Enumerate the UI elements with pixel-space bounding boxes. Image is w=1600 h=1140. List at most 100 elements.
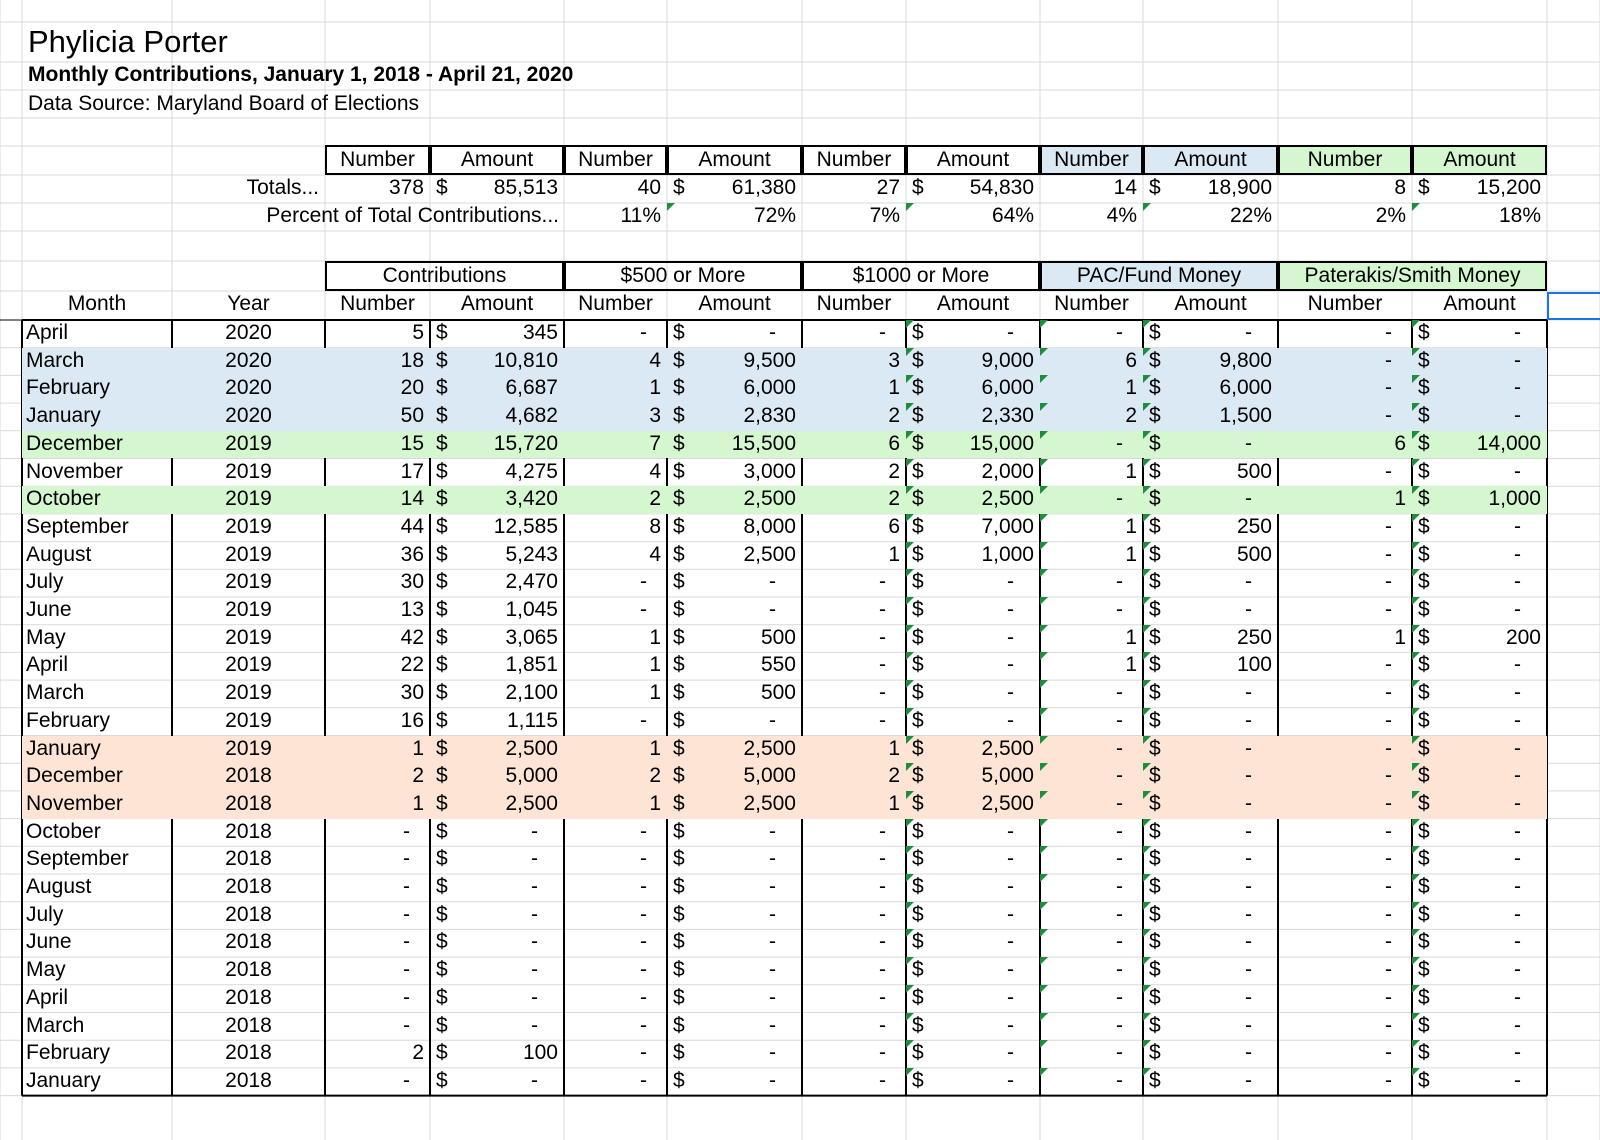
number-cell[interactable]: - xyxy=(564,708,667,736)
amount-cell[interactable]: $ - xyxy=(906,846,1040,874)
amount-cell[interactable]: $9,800 xyxy=(1143,347,1278,376)
number-cell[interactable]: 30 xyxy=(325,569,430,597)
amount-cell[interactable]: $ - xyxy=(1412,707,1547,736)
number-cell[interactable]: - xyxy=(564,597,667,625)
number-cell[interactable]: 1 xyxy=(564,790,667,819)
year-cell[interactable]: 2019 xyxy=(172,430,325,459)
number-cell[interactable]: - xyxy=(1278,763,1412,791)
number-cell[interactable]: - xyxy=(1278,1040,1412,1068)
number-cell[interactable]: - xyxy=(1278,375,1412,404)
amount-cell[interactable]: $ - xyxy=(906,680,1040,708)
amount-cell[interactable]: $ - xyxy=(1143,763,1278,791)
amount-cell[interactable]: $ - xyxy=(1143,929,1278,957)
percent-number[interactable]: 4% xyxy=(1040,203,1143,231)
amount-cell[interactable]: $ - xyxy=(1412,984,1547,1013)
amount-cell[interactable]: $ - xyxy=(1412,347,1547,376)
amount-cell[interactable]: $ - xyxy=(667,957,802,985)
amount-cell[interactable]: $ - xyxy=(1143,818,1278,847)
number-cell[interactable]: - xyxy=(1278,1013,1412,1041)
amount-cell[interactable]: $200 xyxy=(1412,624,1547,653)
number-cell[interactable]: 1 xyxy=(802,542,906,570)
amount-cell[interactable]: $ - xyxy=(1412,513,1547,542)
number-cell[interactable]: - xyxy=(1040,486,1143,514)
number-cell[interactable]: - xyxy=(1278,985,1412,1013)
percent-amount[interactable]: 18% xyxy=(1412,203,1547,231)
amount-cell[interactable]: $ - xyxy=(1143,846,1278,874)
year-cell[interactable]: 2020 xyxy=(172,347,325,376)
amount-cell[interactable]: $ - xyxy=(1412,403,1547,431)
month-cell[interactable]: October xyxy=(22,819,172,847)
total-number[interactable]: 27 xyxy=(802,175,906,203)
amount-cell[interactable]: $2,470 xyxy=(430,569,564,597)
number-cell[interactable]: 6 xyxy=(1040,347,1143,376)
number-cell[interactable]: 50 xyxy=(325,403,430,431)
number-cell[interactable]: - xyxy=(1040,1012,1143,1041)
group-header[interactable]: Contributions xyxy=(325,261,564,291)
number-cell[interactable]: 22 xyxy=(325,652,430,680)
amount-cell[interactable]: $2,830 xyxy=(667,403,802,431)
number-cell[interactable]: - xyxy=(325,846,430,874)
number-cell[interactable]: - xyxy=(564,957,667,985)
number-cell[interactable]: - xyxy=(802,902,906,930)
number-cell[interactable]: 3 xyxy=(564,403,667,431)
number-cell[interactable]: 1 xyxy=(802,735,906,764)
amount-cell[interactable]: $12,585 xyxy=(430,514,564,542)
year-cell[interactable]: 2020 xyxy=(172,375,325,404)
amount-cell[interactable]: $ - xyxy=(1143,320,1278,348)
number-cell[interactable]: 2 xyxy=(802,486,906,514)
number-cell[interactable]: 4 xyxy=(564,542,667,570)
amount-cell[interactable]: $ - xyxy=(906,929,1040,957)
amount-cell[interactable]: $ - xyxy=(1412,735,1547,764)
amount-cell[interactable]: $ - xyxy=(1143,430,1278,459)
number-cell[interactable]: - xyxy=(1278,874,1412,902)
number-cell[interactable]: - xyxy=(1278,957,1412,985)
year-cell[interactable]: 2019 xyxy=(172,486,325,514)
number-cell[interactable]: 1 xyxy=(564,375,667,404)
amount-cell[interactable]: $15,720 xyxy=(430,430,564,459)
number-cell[interactable]: - xyxy=(325,985,430,1013)
col-header-number[interactable]: Number xyxy=(325,291,430,320)
month-cell[interactable]: March xyxy=(22,1013,172,1041)
group-header[interactable]: $1000 or More xyxy=(802,261,1040,291)
number-cell[interactable]: 6 xyxy=(802,514,906,542)
total-amount[interactable]: $15,200 xyxy=(1412,175,1547,203)
amount-cell[interactable]: $100 xyxy=(1143,652,1278,680)
amount-cell[interactable]: $500 xyxy=(667,680,802,708)
amount-cell[interactable]: $1,000 xyxy=(906,541,1040,570)
amount-cell[interactable]: $ - xyxy=(906,957,1040,985)
amount-cell[interactable]: $2,100 xyxy=(430,680,564,708)
total-number[interactable]: 14 xyxy=(1040,175,1143,203)
amount-cell[interactable]: $ - xyxy=(1143,874,1278,902)
number-cell[interactable]: - xyxy=(564,819,667,847)
number-cell[interactable]: 17 xyxy=(325,459,430,487)
year-cell[interactable]: 2018 xyxy=(172,874,325,902)
number-cell[interactable]: 1 xyxy=(564,735,667,764)
year-cell[interactable]: 2018 xyxy=(172,1068,325,1096)
total-amount[interactable]: $18,900 xyxy=(1143,175,1278,203)
year-cell[interactable]: 2019 xyxy=(172,514,325,542)
col-header-number[interactable]: Number xyxy=(1040,291,1143,320)
amount-cell[interactable]: $3,065 xyxy=(430,625,564,653)
number-cell[interactable]: 2 xyxy=(802,459,906,487)
number-cell[interactable]: 1 xyxy=(802,375,906,404)
number-cell[interactable]: 6 xyxy=(1278,430,1412,459)
number-cell[interactable]: 1 xyxy=(564,680,667,708)
month-cell[interactable]: May xyxy=(22,625,172,653)
col-header-year[interactable]: Year xyxy=(172,291,325,320)
amount-cell[interactable]: $ - xyxy=(906,624,1040,653)
amount-cell[interactable]: $2,500 xyxy=(667,486,802,514)
amount-cell[interactable]: $4,275 xyxy=(430,459,564,487)
number-cell[interactable]: 36 xyxy=(325,542,430,570)
number-cell[interactable]: 42 xyxy=(325,625,430,653)
number-cell[interactable]: - xyxy=(1040,846,1143,874)
number-cell[interactable]: - xyxy=(1278,790,1412,819)
totals-header-amount[interactable]: Amount xyxy=(1143,145,1278,175)
amount-cell[interactable]: $ - xyxy=(1143,569,1278,597)
number-cell[interactable]: 1 xyxy=(1040,458,1143,487)
month-cell[interactable]: April xyxy=(22,652,172,680)
group-header[interactable]: $500 or More xyxy=(564,261,802,291)
amount-cell[interactable]: $ - xyxy=(1143,1040,1278,1068)
amount-cell[interactable]: $ - xyxy=(667,985,802,1013)
number-cell[interactable]: - xyxy=(1278,542,1412,570)
amount-cell[interactable]: $ - xyxy=(906,597,1040,625)
